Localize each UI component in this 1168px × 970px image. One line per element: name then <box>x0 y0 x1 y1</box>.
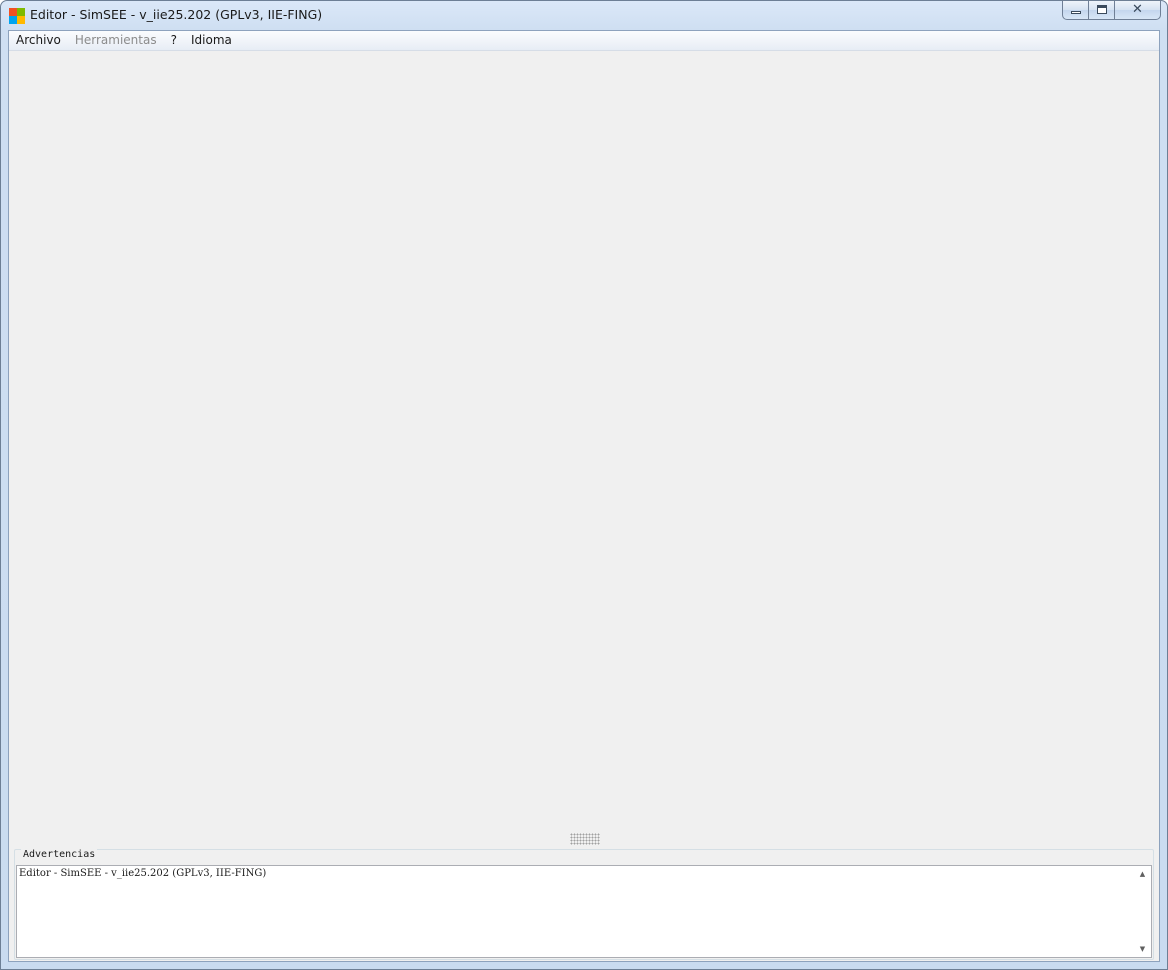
warnings-scrollbar[interactable]: ▲ ▼ <box>1134 866 1151 957</box>
windows-flag-icon <box>9 8 25 24</box>
maximize-icon <box>1097 5 1107 14</box>
menu-archivo[interactable]: Archivo <box>9 31 68 50</box>
close-icon: ✕ <box>1132 2 1143 17</box>
title-bar[interactable]: Editor - SimSEE - v_iie25.202 (GPLv3, II… <box>1 1 1167 30</box>
scroll-up-icon[interactable]: ▲ <box>1134 866 1151 882</box>
app-window: Editor - SimSEE - v_iie25.202 (GPLv3, II… <box>0 0 1168 970</box>
menu-idioma[interactable]: Idioma <box>184 31 239 50</box>
warnings-text: Editor - SimSEE - v_iie25.202 (GPLv3, II… <box>19 868 267 879</box>
minimize-icon <box>1071 11 1081 14</box>
warnings-label: Advertencias <box>21 849 98 861</box>
warnings-group: Advertencias Editor - SimSEE - v_iie25.2… <box>14 849 1154 960</box>
scroll-down-icon[interactable]: ▼ <box>1134 941 1151 957</box>
window-title: Editor - SimSEE - v_iie25.202 (GPLv3, II… <box>30 7 323 22</box>
minimize-button[interactable] <box>1062 1 1089 20</box>
menu-bar: Archivo Herramientas ? Idioma <box>9 31 1159 51</box>
warnings-textarea[interactable]: Editor - SimSEE - v_iie25.202 (GPLv3, II… <box>16 865 1152 958</box>
close-button[interactable]: ✕ <box>1115 1 1161 20</box>
splitter-grip-icon[interactable] <box>570 833 600 845</box>
client-area: Archivo Herramientas ? Idioma Advertenci… <box>8 30 1160 962</box>
main-workspace <box>9 51 1159 843</box>
menu-help[interactable]: ? <box>164 31 184 50</box>
caption-buttons: ✕ <box>1062 1 1161 21</box>
menu-herramientas[interactable]: Herramientas <box>68 31 164 50</box>
maximize-button[interactable] <box>1089 1 1115 20</box>
